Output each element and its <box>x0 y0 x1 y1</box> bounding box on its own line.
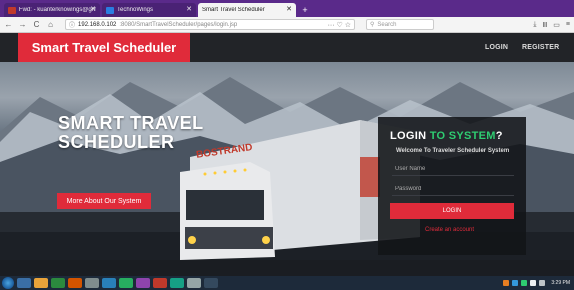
taskbar-app-icon[interactable] <box>34 278 48 288</box>
browser-search-input[interactable]: ⚲ Search <box>366 19 434 30</box>
browser-tab-smart-travel[interactable]: Smart Travel Scheduler ✕ <box>198 3 296 17</box>
taskbar-app-icon[interactable] <box>51 278 65 288</box>
password-field[interactable] <box>392 182 514 196</box>
tray-icon[interactable] <box>521 280 528 286</box>
taskbar-app-icon[interactable] <box>119 278 133 288</box>
info-icon[interactable]: ⓘ <box>69 20 75 29</box>
search-placeholder: Search <box>377 21 397 28</box>
downloads-icon[interactable]: ⤓ <box>533 21 536 29</box>
taskbar-app-icon[interactable] <box>17 278 31 288</box>
forward-icon[interactable]: → <box>18 20 27 29</box>
new-tab-button[interactable]: + <box>298 3 312 17</box>
close-icon[interactable]: ✕ <box>186 6 192 13</box>
browser-tab-technowings[interactable]: TechnoWings ✕ <box>102 3 196 17</box>
network-icon[interactable] <box>530 280 537 286</box>
login-heading: LOGIN TO SYSTEM? <box>390 130 503 142</box>
taskbar-app-icon[interactable] <box>204 278 218 288</box>
tab-label: Smart Travel Scheduler <box>202 7 265 13</box>
tray-icon[interactable] <box>512 280 519 286</box>
tab-label: Fwd: - kuanterknowings@gm <box>18 7 96 13</box>
system-tray: 3:29 PM <box>503 280 574 286</box>
login-heading-mark: ? <box>495 130 503 142</box>
tray-icon[interactable] <box>503 280 510 286</box>
taskbar-app-icon[interactable] <box>170 278 184 288</box>
url-host: 192.168.0.102 <box>78 21 117 28</box>
reload-icon[interactable]: C <box>32 20 41 29</box>
home-icon[interactable]: ⌂ <box>46 20 55 29</box>
toolbar-icons: ⤓ Ⅲ ▭ ≡ <box>533 21 570 29</box>
start-button[interactable] <box>2 277 14 289</box>
nav-register-link[interactable]: REGISTER <box>522 44 559 51</box>
login-heading-accent: TO SYSTEM <box>429 130 496 142</box>
close-icon[interactable]: ✕ <box>90 6 96 13</box>
tab-label: TechnoWings <box>117 7 154 13</box>
back-icon[interactable]: ← <box>4 20 13 29</box>
hero-title: SMART TRAVEL SCHEDULER <box>58 114 204 152</box>
hero-title-line2: SCHEDULER <box>58 132 175 152</box>
taskbar-app-icon[interactable] <box>187 278 201 288</box>
hero-title-line1: SMART TRAVEL <box>58 113 204 133</box>
login-submit-button[interactable]: LOGIN <box>390 203 514 219</box>
sidebar-icon[interactable]: ▭ <box>553 21 560 29</box>
taskbar-app-icon[interactable] <box>85 278 99 288</box>
gmail-icon <box>8 6 16 14</box>
menu-icon[interactable]: ≡ <box>566 21 570 29</box>
taskbar-app-icon[interactable] <box>102 278 116 288</box>
browser-tab-gmail[interactable]: Fwd: - kuanterknowings@gm ✕ <box>4 3 100 17</box>
create-account-link[interactable]: Create an account <box>425 227 474 233</box>
page-actions-icon[interactable]: ··· ♡ ☆ <box>328 21 351 29</box>
taskbar-app-icon[interactable] <box>68 278 82 288</box>
taskbar-clock[interactable]: 3:29 PM <box>551 280 570 286</box>
search-icon: ⚲ <box>370 22 375 28</box>
nav-login-link[interactable]: LOGIN <box>485 44 508 51</box>
taskbar-app-icon[interactable] <box>153 278 167 288</box>
site-icon <box>106 6 114 14</box>
os-taskbar: 3:29 PM <box>0 276 574 290</box>
login-heading-part1: LOGIN <box>390 130 430 142</box>
brand-logo[interactable]: Smart Travel Scheduler <box>18 33 190 62</box>
taskbar-app-icon[interactable] <box>136 278 150 288</box>
library-icon[interactable]: Ⅲ <box>542 21 547 29</box>
username-field[interactable] <box>392 162 514 176</box>
url-path: :8080/SmartTravelScheduler/pages/login.j… <box>119 21 238 28</box>
login-subtitle: Welcome To Traveler Scheduler System <box>396 148 510 154</box>
volume-icon[interactable] <box>539 280 546 286</box>
url-bar[interactable]: ⓘ 192.168.0.102:8080/SmartTravelSchedule… <box>65 19 355 30</box>
close-icon[interactable]: ✕ <box>286 6 292 13</box>
browser-tab-bar: Fwd: - kuanterknowings@gm ✕ TechnoWings … <box>0 0 574 17</box>
about-system-button[interactable]: More About Our System <box>57 193 151 209</box>
browser-nav-bar: ← → C ⌂ ⓘ 192.168.0.102:8080/SmartTravel… <box>0 17 574 33</box>
